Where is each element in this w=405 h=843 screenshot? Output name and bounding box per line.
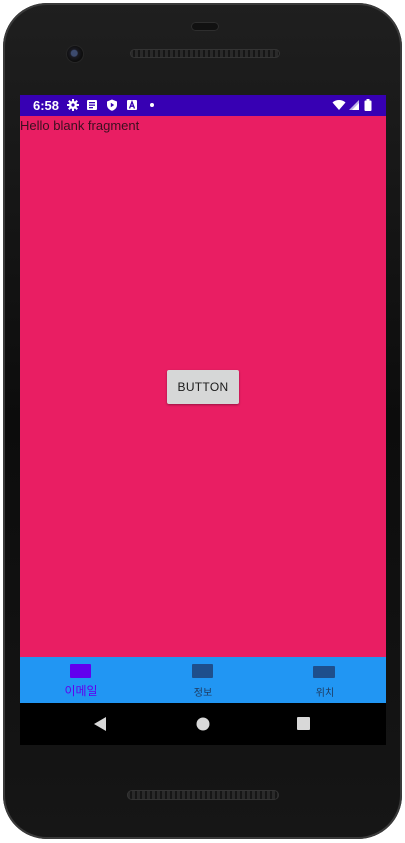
bottom-speaker-grille [127, 790, 279, 800]
nav-label-location: 위치 [315, 688, 335, 699]
nav-label-email: 이메일 [64, 684, 98, 698]
hello-text: Hello blank fragment [20, 118, 140, 133]
back-icon[interactable] [93, 716, 107, 732]
wifi-icon [332, 100, 346, 110]
dot-icon [150, 103, 154, 107]
system-navigation-bar [20, 703, 386, 745]
shield-play-icon [107, 99, 117, 111]
email-tab-icon [70, 664, 91, 678]
front-camera [67, 46, 83, 62]
notes-icon [87, 100, 97, 110]
bottom-navigation: 이메일 정보 위치 [20, 657, 386, 703]
a-icon [127, 99, 137, 110]
battery-icon [364, 99, 372, 111]
status-time: 6:58 [33, 98, 60, 113]
nav-label-info: 정보 [193, 688, 213, 699]
main-button[interactable]: BUTTON [167, 370, 239, 404]
nav-item-email[interactable]: 이메일 [20, 657, 142, 703]
status-bar: 6:58 [20, 95, 386, 116]
info-tab-icon [192, 664, 213, 678]
nav-item-location[interactable]: 위치 [264, 657, 386, 703]
nav-item-info[interactable]: 정보 [142, 657, 264, 703]
recents-icon[interactable] [297, 717, 310, 730]
gear-icon [67, 99, 79, 111]
top-speaker-grille [130, 49, 280, 58]
location-tab-icon [313, 666, 335, 678]
fragment-container: Hello blank fragment BUTTON [20, 116, 386, 657]
device-screen: 6:58 Hello blank fragment BUTTON 이메일 정보 … [20, 95, 386, 703]
earpiece-slot [191, 22, 219, 31]
home-icon[interactable] [196, 717, 210, 731]
signal-icon [349, 100, 359, 110]
